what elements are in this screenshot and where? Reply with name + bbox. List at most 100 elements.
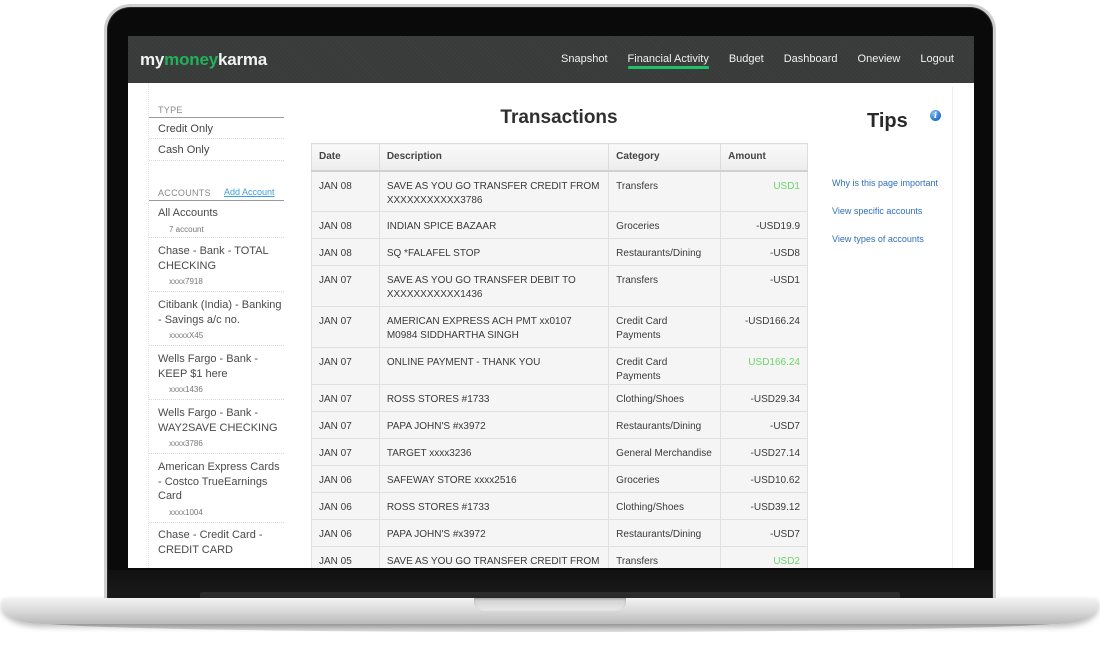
sidebar: TYPE Credit Only Cash Only ACCOUNTS Add … <box>148 83 284 568</box>
transaction-date: JAN 08 <box>311 170 380 212</box>
transaction-description: ONLINE PAYMENT - THANK YOU <box>378 347 610 385</box>
transaction-amount: -USD166.24 <box>720 306 808 348</box>
divider <box>149 200 284 201</box>
tip-link-specific-accounts[interactable]: View specific accounts <box>832 206 922 216</box>
tip-link-why-important[interactable]: Why is this page important <box>832 178 938 188</box>
account-item[interactable]: Citibank (India) - Banking - Savings a/c… <box>149 298 284 340</box>
divider <box>149 453 284 454</box>
transaction-row[interactable]: JAN 07 PAPA JOHN'S #x3972 Restaurants/Dini… <box>311 411 808 439</box>
transaction-description: SAVE AS YOU GO TRANSFER DEBIT TO XXXXXXX… <box>378 265 610 307</box>
add-account-link[interactable]: Add Account <box>224 187 275 197</box>
nav-snapshot[interactable]: Snapshot <box>551 36 617 83</box>
transaction-row[interactable]: JAN 06 SAFEWAY STORE xxxx2516 Groceries -US… <box>311 465 808 493</box>
laptop-notch <box>474 598 626 611</box>
transaction-category: General Merchandise <box>608 438 722 466</box>
account-mask: xxxxxX45 <box>169 331 204 340</box>
transaction-category: Transfers <box>608 170 722 212</box>
transaction-amount: USD166.24 <box>720 347 808 385</box>
transaction-category: Credit Card Payments <box>608 306 722 348</box>
account-item[interactable]: Chase - Bank - TOTAL CHECKING xxxx7918 <box>149 244 284 286</box>
account-mask: xxxx1436 <box>169 385 203 394</box>
transaction-row[interactable]: JAN 06 ROSS STORES #1733 Clothing/Shoes -US… <box>311 492 808 520</box>
transaction-description: INDIAN SPICE BAZAAR <box>378 211 610 239</box>
account-item[interactable]: Wells Fargo - Bank - KEEP $1 here xxxx14… <box>149 352 284 394</box>
accounts-section-label: ACCOUNTS <box>158 188 211 198</box>
column-header-description[interactable]: Description <box>378 143 610 172</box>
transaction-row[interactable]: JAN 07 ONLINE PAYMENT - THANK YOU Credit C… <box>311 347 808 385</box>
divider <box>952 87 953 568</box>
nav-logout[interactable]: Logout <box>910 36 964 83</box>
transactions-body: JAN 08 SAVE AS YOU GO TRANSFER CREDIT FRO… <box>311 170 808 568</box>
transaction-category: Restaurants/Dining <box>608 238 722 266</box>
transaction-description: PAPA JOHN'S #x3972 <box>378 519 610 547</box>
divider <box>149 237 284 238</box>
transaction-category: Groceries <box>608 465 722 493</box>
column-header-date[interactable]: Date <box>311 143 380 172</box>
transaction-category: Clothing/Shoes <box>608 384 722 412</box>
transaction-amount: -USD8 <box>720 238 808 266</box>
filter-credit-only[interactable]: Credit Only <box>158 123 213 135</box>
transaction-amount: -USD10.62 <box>720 465 808 493</box>
transaction-row[interactable]: JAN 08 SAVE AS YOU GO TRANSFER CREDIT FRO… <box>311 170 808 212</box>
transaction-row[interactable]: JAN 05 SAVE AS YOU GO TRANSFER CREDIT FRO… <box>311 546 808 568</box>
account-name: American Express Cards - Costco TrueEarn… <box>158 461 280 502</box>
divider <box>149 117 284 118</box>
account-item[interactable]: Chase - Credit Card - CREDIT CARD <box>149 528 284 557</box>
transaction-description: SAVE AS YOU GO TRANSFER CREDIT FROM <box>378 546 610 568</box>
account-item[interactable]: Wells Fargo - Bank - WAY2SAVE CHECKING x… <box>149 406 284 448</box>
transaction-amount: -USD7 <box>720 411 808 439</box>
account-item-all[interactable]: All Accounts 7 account <box>149 206 284 234</box>
table-header-row: Date Description Category Amount <box>311 143 808 172</box>
account-name: Wells Fargo - Bank - WAY2SAVE CHECKING <box>158 407 278 434</box>
transaction-category: Restaurants/Dining <box>608 411 722 439</box>
divider <box>149 138 284 139</box>
nav-oneview[interactable]: Oneview <box>848 36 911 83</box>
transaction-row[interactable]: JAN 08 SQ *FALAFEL STOP Restaurants/Dining… <box>311 238 808 266</box>
account-mask: xxxx3786 <box>169 439 203 448</box>
account-subtext: 7 account <box>169 224 204 234</box>
account-item[interactable]: American Express Cards - Costco TrueEarn… <box>149 460 284 517</box>
transaction-row[interactable]: JAN 06 PAPA JOHN'S #x3972 Restaurants/Dini… <box>311 519 808 547</box>
transaction-description: TARGET xxxx3236 <box>378 438 610 466</box>
account-name: Citibank (India) - Banking - Savings a/c… <box>158 299 282 326</box>
divider <box>149 399 284 400</box>
transaction-description: SQ *FALAFEL STOP <box>378 238 610 266</box>
page-title: Transactions <box>500 107 618 128</box>
transaction-category: Clothing/Shoes <box>608 492 722 520</box>
transaction-date: JAN 08 <box>311 238 380 266</box>
filter-cash-only[interactable]: Cash Only <box>158 144 209 156</box>
transaction-date: JAN 07 <box>311 384 380 412</box>
column-header-amount[interactable]: Amount <box>720 143 808 172</box>
transaction-row[interactable]: JAN 07 TARGET xxxx3236 General Merchandise… <box>311 438 808 466</box>
transaction-amount: USD2 <box>720 546 808 568</box>
content-area: TYPE Credit Only Cash Only ACCOUNTS Add … <box>128 83 974 568</box>
transaction-date: JAN 07 <box>311 347 380 385</box>
transaction-row[interactable]: JAN 07 AMERICAN EXPRESS ACH PMT xx0107 M0… <box>311 306 808 348</box>
nav-dashboard[interactable]: Dashboard <box>774 36 848 83</box>
transactions-table: Date Description Category Amount JAN 08 S… <box>311 143 808 568</box>
logo[interactable]: mymoneykarma <box>140 50 267 70</box>
logo-part-my: my <box>140 50 165 69</box>
divider <box>149 160 284 161</box>
laptop-mockup: mymoneykarma Snapshot Financial Activity… <box>0 0 1100 648</box>
main-nav: Snapshot Financial Activity Budget Dashb… <box>551 36 964 83</box>
screen: mymoneykarma Snapshot Financial Activity… <box>128 36 974 568</box>
transaction-category: Groceries <box>608 211 722 239</box>
transaction-category: Credit Card Payments <box>608 347 722 385</box>
transaction-row[interactable]: JAN 07 ROSS STORES #1733 Clothing/Shoes -US… <box>311 384 808 412</box>
transaction-row[interactable]: JAN 07 SAVE AS YOU GO TRANSFER DEBIT TO X… <box>311 265 808 307</box>
divider <box>149 291 284 292</box>
account-mask: xxxx1004 <box>169 507 203 517</box>
nav-budget[interactable]: Budget <box>719 36 774 83</box>
transaction-description: ROSS STORES #1733 <box>378 384 610 412</box>
account-name: Chase - Bank - TOTAL CHECKING <box>158 245 269 272</box>
transaction-date: JAN 06 <box>311 492 380 520</box>
transaction-row[interactable]: JAN 08 INDIAN SPICE BAZAAR Groceries -USD19… <box>311 211 808 239</box>
logo-part-karma: karma <box>217 50 268 69</box>
transaction-date: JAN 06 <box>311 465 380 493</box>
info-icon[interactable]: i <box>930 110 941 121</box>
column-header-category[interactable]: Category <box>608 143 722 172</box>
nav-financial-activity[interactable]: Financial Activity <box>618 36 719 83</box>
tip-link-types-of-accounts[interactable]: View types of accounts <box>832 234 924 244</box>
logo-part-money: money <box>164 50 218 69</box>
